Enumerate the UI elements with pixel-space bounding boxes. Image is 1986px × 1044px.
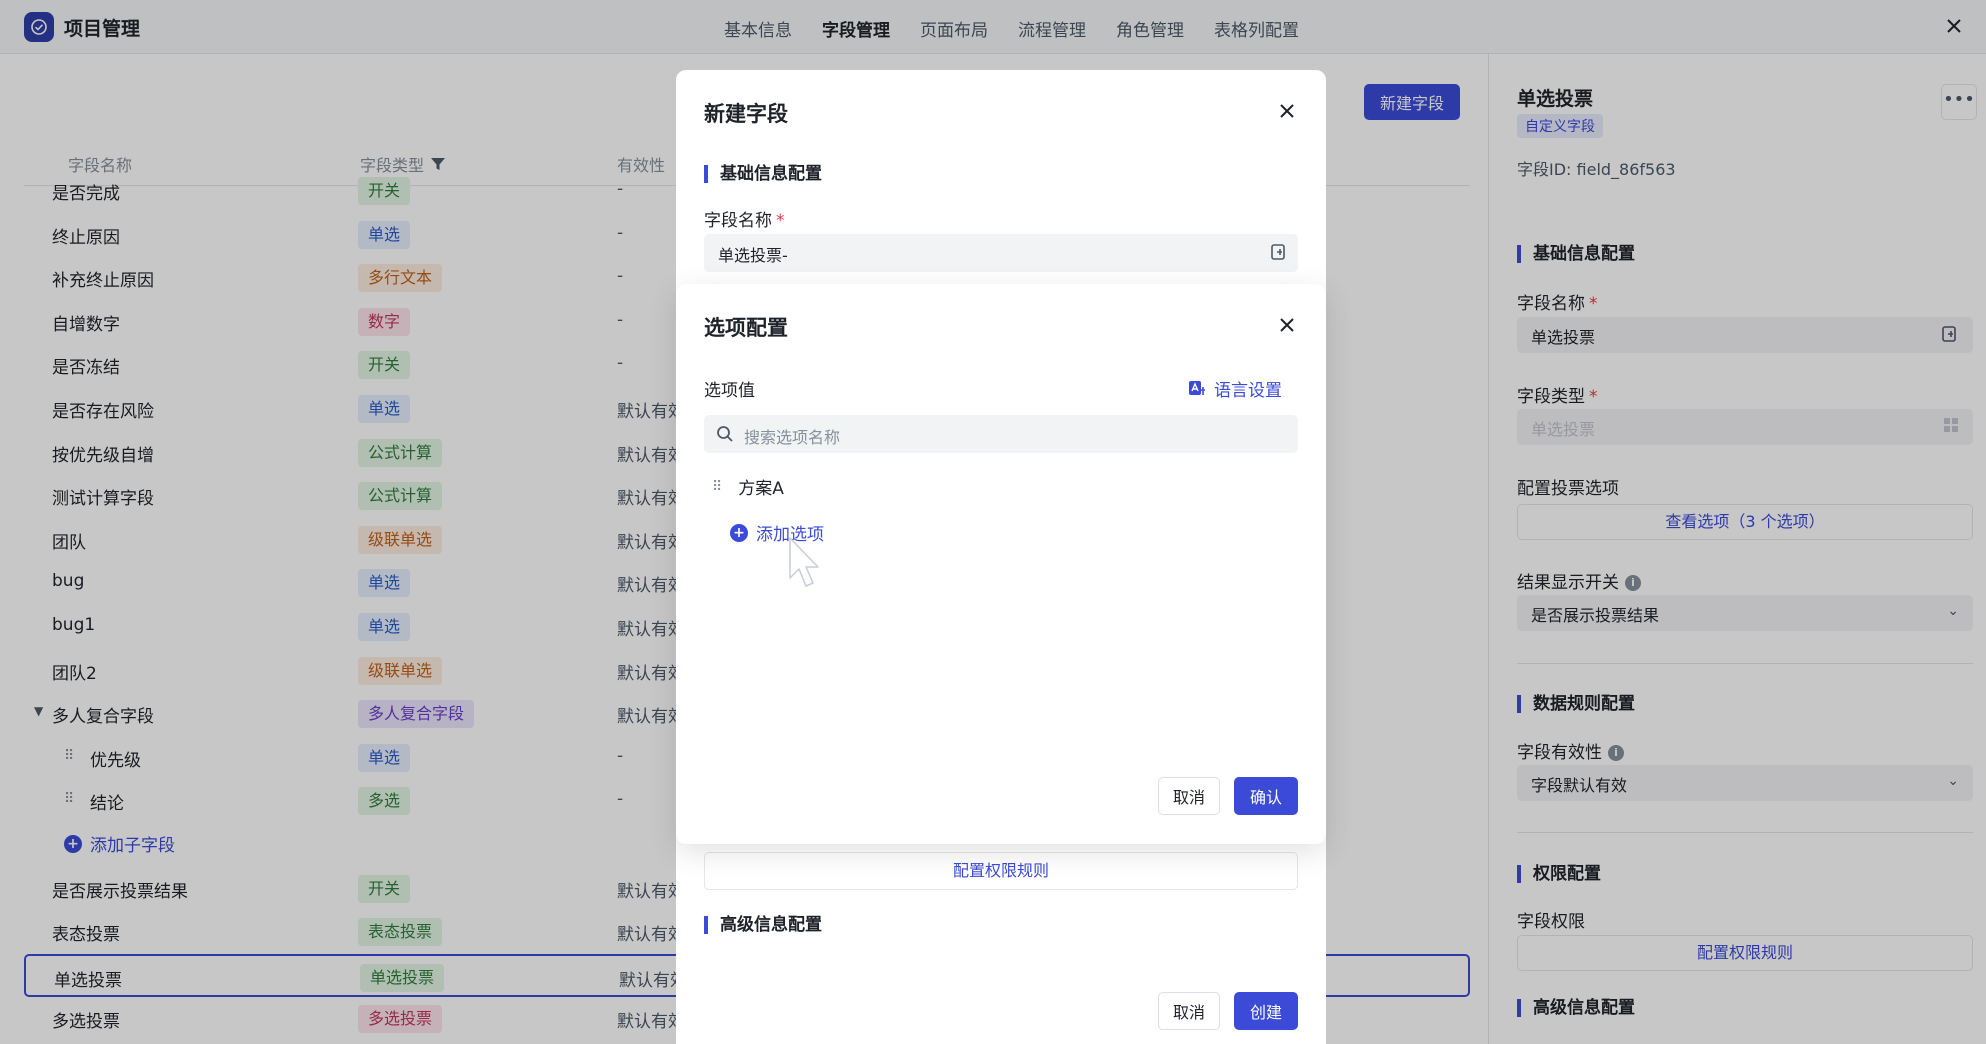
- field-name-label: 字段名称 *: [704, 211, 785, 231]
- option-search-input[interactable]: 搜索选项名称: [704, 415, 1298, 453]
- dialog-title: 新建字段: [704, 102, 788, 126]
- mouse-cursor-icon: [789, 537, 819, 587]
- field-name-input[interactable]: 单选投票-: [704, 234, 1298, 272]
- close-icon[interactable]: [1278, 316, 1296, 334]
- configure-permission-link[interactable]: 配置权限规则: [704, 852, 1298, 890]
- option-item[interactable]: ⠿ 方案A: [712, 474, 784, 500]
- drag-handle-icon[interactable]: ⠿: [712, 479, 722, 495]
- language-settings-link[interactable]: 语言设置: [1188, 376, 1282, 401]
- section-basic-info: 基础信息配置: [704, 165, 822, 183]
- dialog-title: 选项配置: [704, 316, 788, 340]
- cancel-button[interactable]: 取消: [1158, 992, 1220, 1030]
- cancel-button[interactable]: 取消: [1158, 777, 1220, 815]
- create-button[interactable]: 创建: [1234, 992, 1298, 1030]
- confirm-button[interactable]: 确认: [1234, 777, 1298, 815]
- translate-icon: [1189, 380, 1205, 395]
- close-icon[interactable]: [1278, 102, 1296, 120]
- section-advanced: 高级信息配置: [704, 916, 822, 934]
- plus-circle-icon: +: [730, 523, 748, 542]
- option-values-label: 选项值: [704, 381, 755, 401]
- option-config-dialog: 选项配置 选项值 语言设置 搜索选项名称 ⠿ 方案A + 添加选项 取消 确认: [676, 284, 1326, 844]
- search-icon: [717, 426, 733, 442]
- translate-icon[interactable]: [1270, 243, 1288, 261]
